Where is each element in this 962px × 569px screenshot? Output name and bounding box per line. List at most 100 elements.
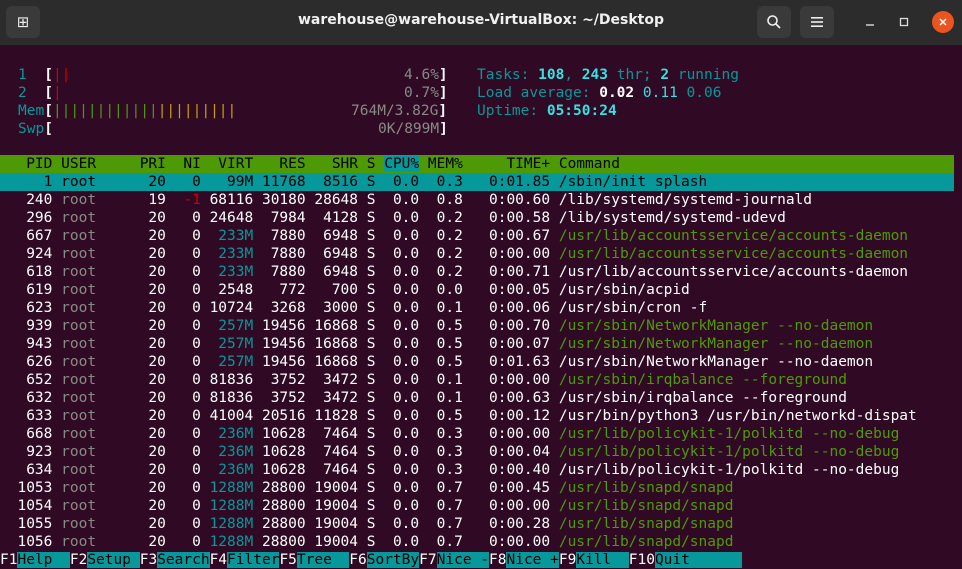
fkey-f1[interactable]: F1 [0, 552, 17, 568]
column-header-user[interactable]: USER [61, 156, 140, 172]
cell-spacer [358, 426, 367, 442]
fkey-f8[interactable]: F8 [489, 552, 506, 568]
fkey-f7[interactable]: F7 [419, 552, 436, 568]
maximize-button[interactable] [893, 11, 915, 33]
cell-spacer [253, 282, 262, 298]
res-cell: 28800 [261, 498, 306, 514]
column-header-res[interactable]: RES [262, 156, 305, 172]
fkey-f3[interactable]: F3 [140, 552, 157, 568]
column-header-pid[interactable]: PID [0, 156, 52, 172]
column-header-cpu[interactable]: CPU% [384, 156, 420, 172]
cell-spacer [358, 174, 367, 190]
cell-spacer [463, 282, 472, 298]
process-row[interactable]: 1054 root 20 0 1288M 28800 19004 S 0.0 0… [0, 497, 954, 515]
cell-spacer [253, 372, 262, 388]
command-cell: /usr/lib/snapd/snapd [558, 534, 734, 550]
fkey-label-sortby[interactable]: SortBy [366, 552, 420, 568]
fkey-label-tree[interactable]: Tree [296, 552, 350, 568]
cell-spacer [253, 210, 262, 226]
process-row[interactable]: 939 root 20 0 257M 19456 16868 S 0.0 0.5… [0, 317, 954, 335]
swp-value: 0K/899M] [378, 121, 448, 137]
cell-spacer [253, 246, 262, 262]
fkey-label-setup[interactable]: Setup [87, 552, 140, 568]
cell-spacer [419, 444, 428, 460]
cell-spacer [52, 462, 61, 478]
fkey-f5[interactable]: F5 [279, 552, 296, 568]
process-row[interactable]: 924 root 20 0 233M 7880 6948 S 0.0 0.2 0… [0, 245, 954, 263]
process-row[interactable]: 618 root 20 0 233M 7880 6948 S 0.0 0.2 0… [0, 263, 954, 281]
fkey-label-kill[interactable]: Kill [576, 552, 629, 568]
cell-spacer [358, 444, 367, 460]
process-row[interactable]: 1055 root 20 0 1288M 28800 19004 S 0.0 0… [0, 515, 954, 533]
column-header-command[interactable]: Command [559, 156, 620, 172]
res-cell: 10628 [261, 426, 306, 442]
column-header-ni[interactable]: NI [175, 156, 200, 172]
cpu-cell: 0.0 [384, 462, 420, 478]
cell-spacer [463, 444, 472, 460]
cell-spacer [419, 246, 428, 262]
fkey-label-filter[interactable]: Filter [227, 552, 280, 568]
command-cell: /usr/lib/accountsservice/accounts-daemon [558, 246, 909, 262]
process-table-header[interactable]: PID USER PRI NI VIRT RES SHR S CPU% MEM%… [0, 155, 954, 173]
process-row[interactable]: 634 root 20 0 236M 10628 7464 S 0.0 0.3 … [0, 461, 954, 479]
fkey-f6[interactable]: F6 [349, 552, 366, 568]
res-cell: 19456 [261, 336, 306, 352]
command-cell: /lib/systemd/systemd-udevd [558, 210, 786, 226]
ni-cell: 0 [174, 264, 201, 280]
virt-cell: 233M [209, 228, 254, 244]
pri-cell: 20 [139, 390, 166, 406]
process-row[interactable]: 943 root 20 0 257M 19456 16868 S 0.0 0.5… [0, 335, 954, 353]
process-row[interactable]: 652 root 20 0 81836 3752 3472 S 0.0 0.1 … [0, 371, 954, 389]
cell-spacer [253, 444, 262, 460]
fkey-label-nice[interactable]: Nice - [436, 552, 490, 568]
column-spacer [550, 156, 559, 172]
cell-spacer [166, 192, 175, 208]
process-row[interactable]: 632 root 20 0 81836 3752 3472 S 0.0 0.1 … [0, 389, 954, 407]
column-header-pri[interactable]: PRI [140, 156, 166, 172]
terminal-area[interactable]: 1 [|| 4.6%] 2 [| 0.7%] Mem[|||||||||||||… [0, 46, 962, 568]
fkey-label-nice[interactable]: Nice + [506, 552, 559, 568]
fkey-f9[interactable]: F9 [559, 552, 576, 568]
process-row[interactable]: 619 root 20 0 2548 772 700 S 0.0 0.0 0:0… [0, 281, 954, 299]
column-header-mem[interactable]: MEM% [428, 156, 463, 172]
cell-spacer [358, 516, 367, 532]
fkey-f2[interactable]: F2 [70, 552, 87, 568]
process-row[interactable]: 296 root 20 0 24648 7984 4128 S 0.0 0.2 … [0, 209, 954, 227]
column-header-time[interactable]: TIME+ [472, 156, 550, 172]
res-cell: 11768 [261, 174, 306, 190]
cell-spacer [52, 192, 61, 208]
cell-spacer [358, 498, 367, 514]
minimize-button[interactable] [859, 11, 881, 33]
virt-cell: 41004 [209, 408, 254, 424]
command-cell: /usr/lib/accountsservice/accounts-daemon [558, 228, 909, 244]
close-button[interactable] [932, 11, 954, 33]
column-header-virt[interactable]: VIRT [210, 156, 253, 172]
process-row[interactable]: 623 root 20 0 10724 3268 3000 S 0.0 0.1 … [0, 299, 954, 317]
process-row[interactable]: 1053 root 20 0 1288M 28800 19004 S 0.0 0… [0, 479, 954, 497]
process-row[interactable]: 240 root 19 -1 68116 30180 28648 S 0.0 0… [0, 191, 954, 209]
cpu-cell: 0.0 [384, 354, 420, 370]
cell-spacer [375, 210, 384, 226]
process-row[interactable]: 668 root 20 0 236M 10628 7464 S 0.0 0.3 … [0, 425, 954, 443]
fkey-label-search[interactable]: Search [157, 552, 210, 568]
process-row[interactable]: 923 root 20 0 236M 10628 7464 S 0.0 0.3 … [0, 443, 954, 461]
ni-cell: 0 [174, 318, 201, 334]
cell-spacer [253, 498, 262, 514]
cell-spacer [463, 462, 472, 478]
process-row[interactable]: 1056 root 20 0 1288M 28800 19004 S 0.0 0… [0, 533, 954, 551]
process-row[interactable]: 626 root 20 0 257M 19456 16868 S 0.0 0.5… [0, 353, 954, 371]
fkey-f10[interactable]: F10 [629, 552, 655, 568]
cell-spacer [201, 246, 210, 262]
shr-cell: 7464 [314, 462, 359, 478]
cpu-cell: 0.0 [384, 444, 420, 460]
search-button[interactable] [757, 6, 791, 38]
fkey-label-help[interactable]: Help [17, 552, 70, 568]
fkey-f4[interactable]: F4 [210, 552, 227, 568]
process-row[interactable]: 633 root 20 0 41004 20516 11828 S 0.0 0.… [0, 407, 954, 425]
menu-button[interactable] [800, 6, 834, 38]
process-row[interactable]: 1 root 20 0 99M 11768 8516 S 0.0 0.3 0:0… [0, 173, 954, 191]
process-row[interactable]: 667 root 20 0 233M 7880 6948 S 0.0 0.2 0… [0, 227, 954, 245]
column-header-shr[interactable]: SHR [314, 156, 358, 172]
cell-spacer [166, 480, 175, 496]
fkey-label-quit[interactable]: Quit [654, 552, 743, 568]
